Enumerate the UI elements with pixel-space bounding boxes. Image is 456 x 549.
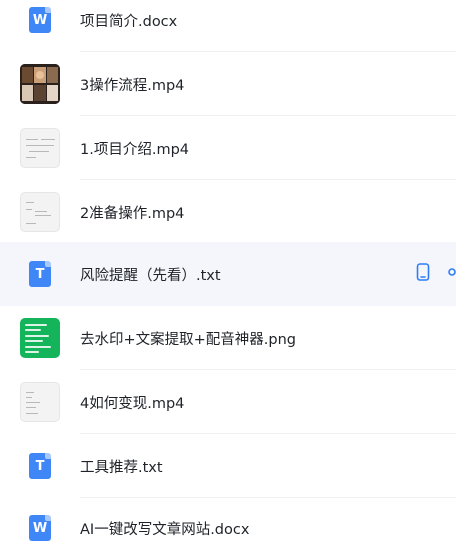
file-row-ai-rewrite-docx[interactable]: W AI一键改写文章网站.docx bbox=[0, 496, 456, 549]
file-row-project-intro-mp4[interactable]: 1.项目介绍.mp4 bbox=[0, 116, 456, 180]
file-row-tools-recommend-txt[interactable]: T 工具推荐.txt bbox=[0, 434, 456, 498]
image-thumbnail bbox=[20, 318, 60, 358]
file-name: AI一键改写文章网站.docx bbox=[80, 521, 250, 538]
video-thumbnail bbox=[20, 382, 60, 422]
word-doc-icon: W bbox=[29, 515, 51, 541]
file-row-monetize-mp4[interactable]: 4如何变现.mp4 bbox=[0, 370, 456, 434]
file-name: 风险提醒（先看）.txt bbox=[80, 267, 221, 284]
file-row-project-intro-docx[interactable]: W 项目简介.docx bbox=[0, 0, 456, 52]
file-name: 1.项目介绍.mp4 bbox=[80, 141, 189, 158]
file-name: 3操作流程.mp4 bbox=[80, 77, 185, 94]
file-name: 工具推荐.txt bbox=[80, 459, 163, 476]
file-name: 4如何变现.mp4 bbox=[80, 395, 185, 412]
file-list: W 项目简介.docx 3操作流程.mp4 1.项目介绍.mp4 2准备操作.m… bbox=[0, 0, 456, 549]
video-thumbnail bbox=[20, 128, 60, 168]
text-file-icon: T bbox=[29, 261, 51, 287]
text-file-icon: T bbox=[29, 453, 51, 479]
video-thumbnail bbox=[20, 64, 60, 104]
file-name: 去水印+文案提取+配音神器.png bbox=[80, 331, 297, 348]
file-row-operation-flow-mp4[interactable]: 3操作流程.mp4 bbox=[0, 52, 456, 116]
video-thumbnail bbox=[20, 192, 60, 232]
file-row-risk-warning-txt[interactable]: T 风险提醒（先看）.txt bbox=[0, 242, 456, 306]
row-actions bbox=[416, 263, 456, 285]
word-doc-icon: W bbox=[29, 7, 51, 33]
share-icon[interactable] bbox=[444, 263, 456, 285]
file-row-watermark-tools-png[interactable]: 去水印+文案提取+配音神器.png bbox=[0, 306, 456, 370]
file-name: 2准备操作.mp4 bbox=[80, 205, 185, 222]
file-name: 项目简介.docx bbox=[80, 13, 178, 30]
file-row-preparation-mp4[interactable]: 2准备操作.mp4 bbox=[0, 180, 456, 244]
phone-icon[interactable] bbox=[416, 263, 430, 285]
video-thumbnail-image bbox=[20, 64, 60, 104]
